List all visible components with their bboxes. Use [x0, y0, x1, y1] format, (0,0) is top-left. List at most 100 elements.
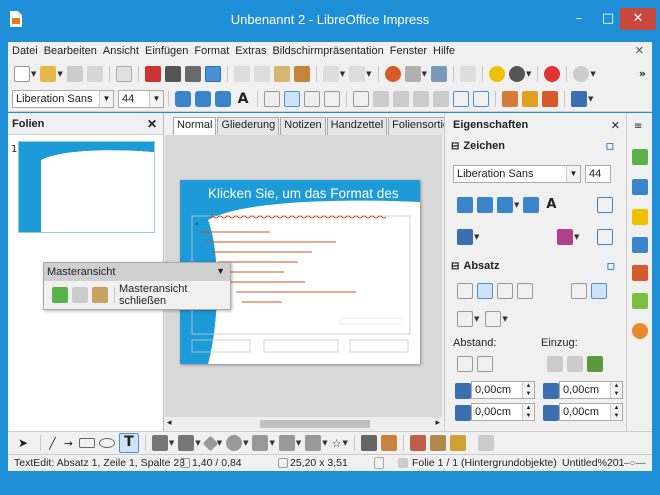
tab-gliederung[interactable]: Gliederung: [217, 117, 280, 135]
collapse-icon[interactable]: ⊟: [451, 261, 459, 272]
chevron-down-icon[interactable]: ▼: [57, 70, 62, 78]
more-options-icon[interactable]: ◻: [606, 141, 614, 152]
indent-before-field[interactable]: 0,00cm ▲ ▼: [559, 381, 623, 399]
align-center-icon[interactable]: [284, 91, 300, 107]
align-center-icon[interactable]: [477, 283, 493, 299]
zoom-icon[interactable]: [508, 65, 525, 82]
autospellcheck-icon[interactable]: [204, 65, 221, 82]
styles-tab-icon[interactable]: [632, 293, 648, 309]
chevron-down-icon[interactable]: ▼: [169, 439, 174, 447]
spin-buttons[interactable]: ▲ ▼: [522, 382, 534, 398]
demote-icon[interactable]: [393, 91, 409, 107]
scrollbar-thumb[interactable]: [260, 420, 370, 428]
tab-normal[interactable]: Normal: [173, 117, 217, 135]
edit-file-icon[interactable]: [115, 65, 132, 82]
align-left-icon[interactable]: [457, 283, 473, 299]
save-icon[interactable]: [66, 65, 83, 82]
clear-format-icon[interactable]: [557, 229, 573, 245]
numbered-list-icon[interactable]: [485, 311, 502, 327]
section-zeichen[interactable]: ⊟ Zeichen ◻: [445, 137, 626, 155]
superscript-icon[interactable]: [597, 197, 613, 213]
highlight-icon[interactable]: [523, 197, 540, 213]
chevron-down-icon[interactable]: ▼: [99, 91, 113, 107]
tab-notizen[interactable]: Notizen: [280, 117, 326, 135]
print-icon[interactable]: [164, 65, 181, 82]
menu-format[interactable]: Format: [194, 45, 229, 57]
rectangle-icon[interactable]: [78, 438, 95, 448]
font-size-combo[interactable]: 44 ▼: [118, 90, 164, 108]
extrusion-icon[interactable]: [477, 435, 494, 451]
chevron-down-icon[interactable]: ▼: [474, 233, 479, 241]
valign-top-icon[interactable]: [571, 283, 587, 299]
text-tool-icon[interactable]: T: [118, 433, 139, 453]
gallery-icon[interactable]: [573, 65, 590, 82]
character-icon[interactable]: [502, 91, 518, 107]
outline-icon[interactable]: [457, 197, 473, 213]
insert-image-icon[interactable]: [409, 435, 426, 451]
close-window-button[interactable]: ✕: [620, 8, 656, 30]
slide-transition-tab-icon[interactable]: [632, 179, 648, 195]
tab-handzettel[interactable]: Handzettel: [326, 117, 388, 135]
menu-fenster[interactable]: Fenster: [390, 45, 427, 57]
valign-center-icon[interactable]: [591, 283, 607, 299]
close-sidebar-icon[interactable]: ✕: [611, 119, 620, 132]
basic-shapes-icon[interactable]: [202, 435, 218, 451]
chevron-down-icon[interactable]: ▼: [574, 233, 579, 241]
chevron-down-icon[interactable]: ▼: [296, 439, 301, 447]
scroll-left-icon[interactable]: ◂: [167, 418, 172, 428]
spacing-below-field[interactable]: 0,00cm ▲ ▼: [471, 403, 535, 421]
hanging-indent-icon[interactable]: [587, 356, 603, 372]
bold-text-icon[interactable]: A: [235, 91, 251, 107]
increase-spacing-icon[interactable]: [457, 356, 473, 372]
paste-icon[interactable]: [273, 65, 290, 82]
align-justify-icon[interactable]: [517, 283, 533, 299]
menu-extras[interactable]: Extras: [235, 45, 266, 57]
chevron-down-icon[interactable]: ▼: [195, 439, 200, 447]
master-view-toolbar-header[interactable]: Masteransicht ▼: [44, 263, 230, 281]
chevron-down-icon[interactable]: ▼: [269, 439, 274, 447]
points-icon[interactable]: [360, 435, 377, 451]
master-slides-tab-icon[interactable]: [632, 237, 648, 253]
align-right-icon[interactable]: [497, 283, 513, 299]
menu-ansicht[interactable]: Ansicht: [103, 45, 139, 57]
superscript-icon[interactable]: [453, 91, 469, 107]
insert-video-icon[interactable]: [429, 435, 446, 451]
subscript-icon[interactable]: [597, 229, 613, 245]
chevron-down-icon[interactable]: ▼: [514, 201, 519, 209]
promote-icon[interactable]: [373, 91, 389, 107]
align-left-icon[interactable]: [264, 91, 280, 107]
spin-buttons[interactable]: ▲ ▼: [522, 404, 534, 420]
slide-thumbnail[interactable]: 1: [11, 141, 155, 233]
chevron-down-icon[interactable]: ▼: [474, 315, 479, 323]
delete-master-icon[interactable]: [72, 287, 88, 303]
scroll-right-icon[interactable]: ▸: [435, 418, 440, 428]
maximize-button[interactable]: □: [594, 8, 622, 30]
chevron-down-icon[interactable]: ▼: [322, 439, 327, 447]
move-down-icon[interactable]: [433, 91, 449, 107]
spin-buttons[interactable]: ▲ ▼: [610, 404, 622, 420]
stars-icon[interactable]: ☆: [332, 437, 342, 450]
image-icon[interactable]: [384, 65, 401, 82]
bullet-list-icon[interactable]: [457, 311, 473, 327]
menu-hilfe[interactable]: Hilfe: [433, 45, 455, 57]
horizontal-scrollbar[interactable]: ◂ ▸: [165, 417, 442, 431]
gallery-tab-icon[interactable]: [632, 265, 648, 281]
collapse-icon[interactable]: ⊟: [451, 141, 459, 152]
clone-formatting-icon[interactable]: [293, 65, 310, 82]
navigator-tab-icon[interactable]: [632, 323, 648, 339]
italic-text-icon[interactable]: [195, 91, 211, 107]
symbol-shapes-icon[interactable]: [226, 435, 243, 451]
chevron-down-icon[interactable]: ▼: [31, 70, 36, 78]
italic-icon[interactable]: [477, 197, 493, 213]
spin-buttons[interactable]: ▲ ▼: [610, 382, 622, 398]
new-master-icon[interactable]: [52, 287, 68, 303]
email-icon[interactable]: [86, 65, 103, 82]
ellipse-icon[interactable]: [98, 438, 115, 448]
line-icon[interactable]: ╱: [49, 437, 56, 450]
chevron-down-icon[interactable]: ▼: [526, 70, 531, 78]
callouts-icon[interactable]: [305, 435, 322, 451]
chevron-down-icon[interactable]: ▼: [243, 439, 248, 447]
connector-icon[interactable]: [178, 435, 195, 451]
copy-icon[interactable]: [253, 65, 270, 82]
chevron-down-icon[interactable]: ▼: [502, 315, 507, 323]
